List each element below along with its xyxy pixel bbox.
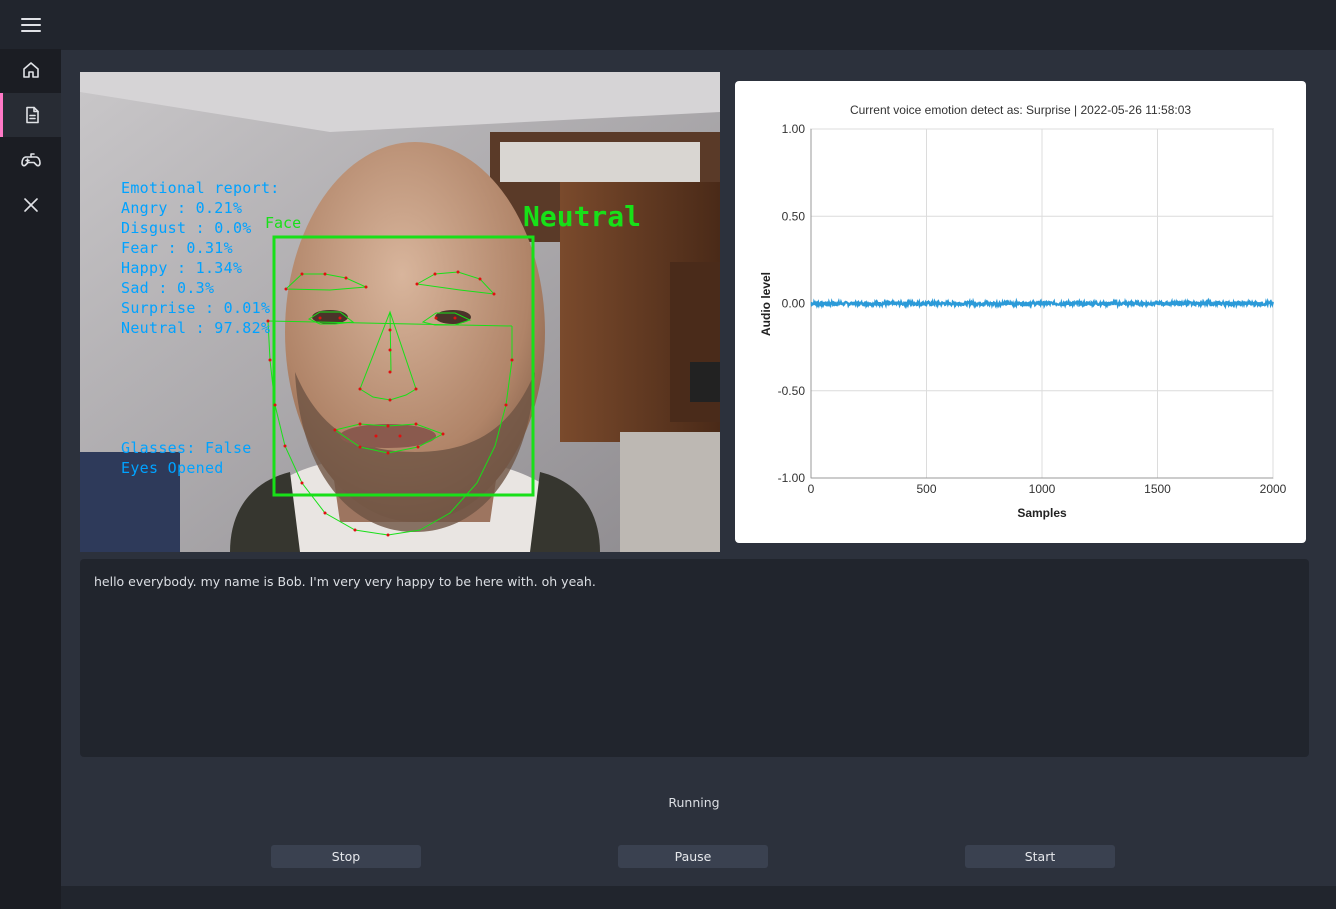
audio-chart: 0 500 1000 1500 2000 1.00 0.50 0.00 -0.50 -1.00 S… <box>759 122 1287 520</box>
emotion-neutral: Neutral : 97.82% <box>121 319 271 337</box>
emotion-angry: Angry : 0.21% <box>121 199 243 217</box>
x-tick-label: 1000 <box>1029 482 1056 496</box>
x-tick-label: 2000 <box>1260 482 1287 496</box>
y-tick-label: 1.00 <box>782 122 806 136</box>
x-axis-label: Samples <box>1017 506 1067 520</box>
bottom-bar <box>61 886 1336 909</box>
camera-feed: Emotional report: Angry : 0.21% Disgust … <box>80 72 720 552</box>
emotion-fear: Fear : 0.31% <box>121 239 233 257</box>
audio-chart-card: Current voice emotion detect as: Surpris… <box>735 81 1306 543</box>
sidebar-item-home[interactable] <box>0 48 61 92</box>
transcript-text: hello everybody. my name is Bob. I'm ver… <box>94 574 596 589</box>
emotion-sad: Sad : 0.3% <box>121 279 215 297</box>
top-bar <box>61 0 1336 50</box>
y-tick-label: -0.50 <box>778 384 806 398</box>
eyes-status: Eyes Opened <box>121 459 224 477</box>
y-tick-label: 0.00 <box>782 297 806 311</box>
detected-emotion-label: Neutral <box>523 200 642 233</box>
close-icon <box>23 198 38 212</box>
transcript-box[interactable]: hello everybody. my name is Bob. I'm ver… <box>80 559 1309 757</box>
emotion-disgust: Disgust : 0.0% <box>121 219 252 237</box>
y-tick-label: -1.00 <box>778 471 806 485</box>
sidebar <box>0 0 61 909</box>
sidebar-item-document[interactable] <box>0 93 61 137</box>
start-button[interactable]: Start <box>965 845 1115 868</box>
app-window: Emotional report: Angry : 0.21% Disgust … <box>0 0 1336 909</box>
pause-button[interactable]: Pause <box>618 845 768 868</box>
emotion-happy: Happy : 1.34% <box>121 259 243 277</box>
stop-button[interactable]: Stop <box>271 845 421 868</box>
x-tick-label: 500 <box>916 482 936 496</box>
x-tick-label: 1500 <box>1144 482 1171 496</box>
emotion-surprise: Surprise : 0.01% <box>121 299 271 317</box>
document-icon <box>26 106 39 124</box>
home-icon <box>22 62 39 78</box>
audio-series <box>810 297 1275 310</box>
face-label: Face <box>265 214 302 232</box>
status-label: Running <box>668 795 720 810</box>
hamburger-icon <box>20 17 41 32</box>
sidebar-item-gamepad[interactable] <box>0 138 61 182</box>
x-tick-label: 0 <box>808 482 815 496</box>
y-tick-label: 0.50 <box>782 209 806 223</box>
sidebar-item-close[interactable] <box>0 183 61 227</box>
y-axis-label: Audio level <box>759 272 773 336</box>
menu-button[interactable] <box>0 0 61 49</box>
glasses-status: Glasses: False <box>121 439 252 457</box>
emotional-report-title: Emotional report: <box>121 179 280 197</box>
gamepad-icon <box>20 153 41 167</box>
